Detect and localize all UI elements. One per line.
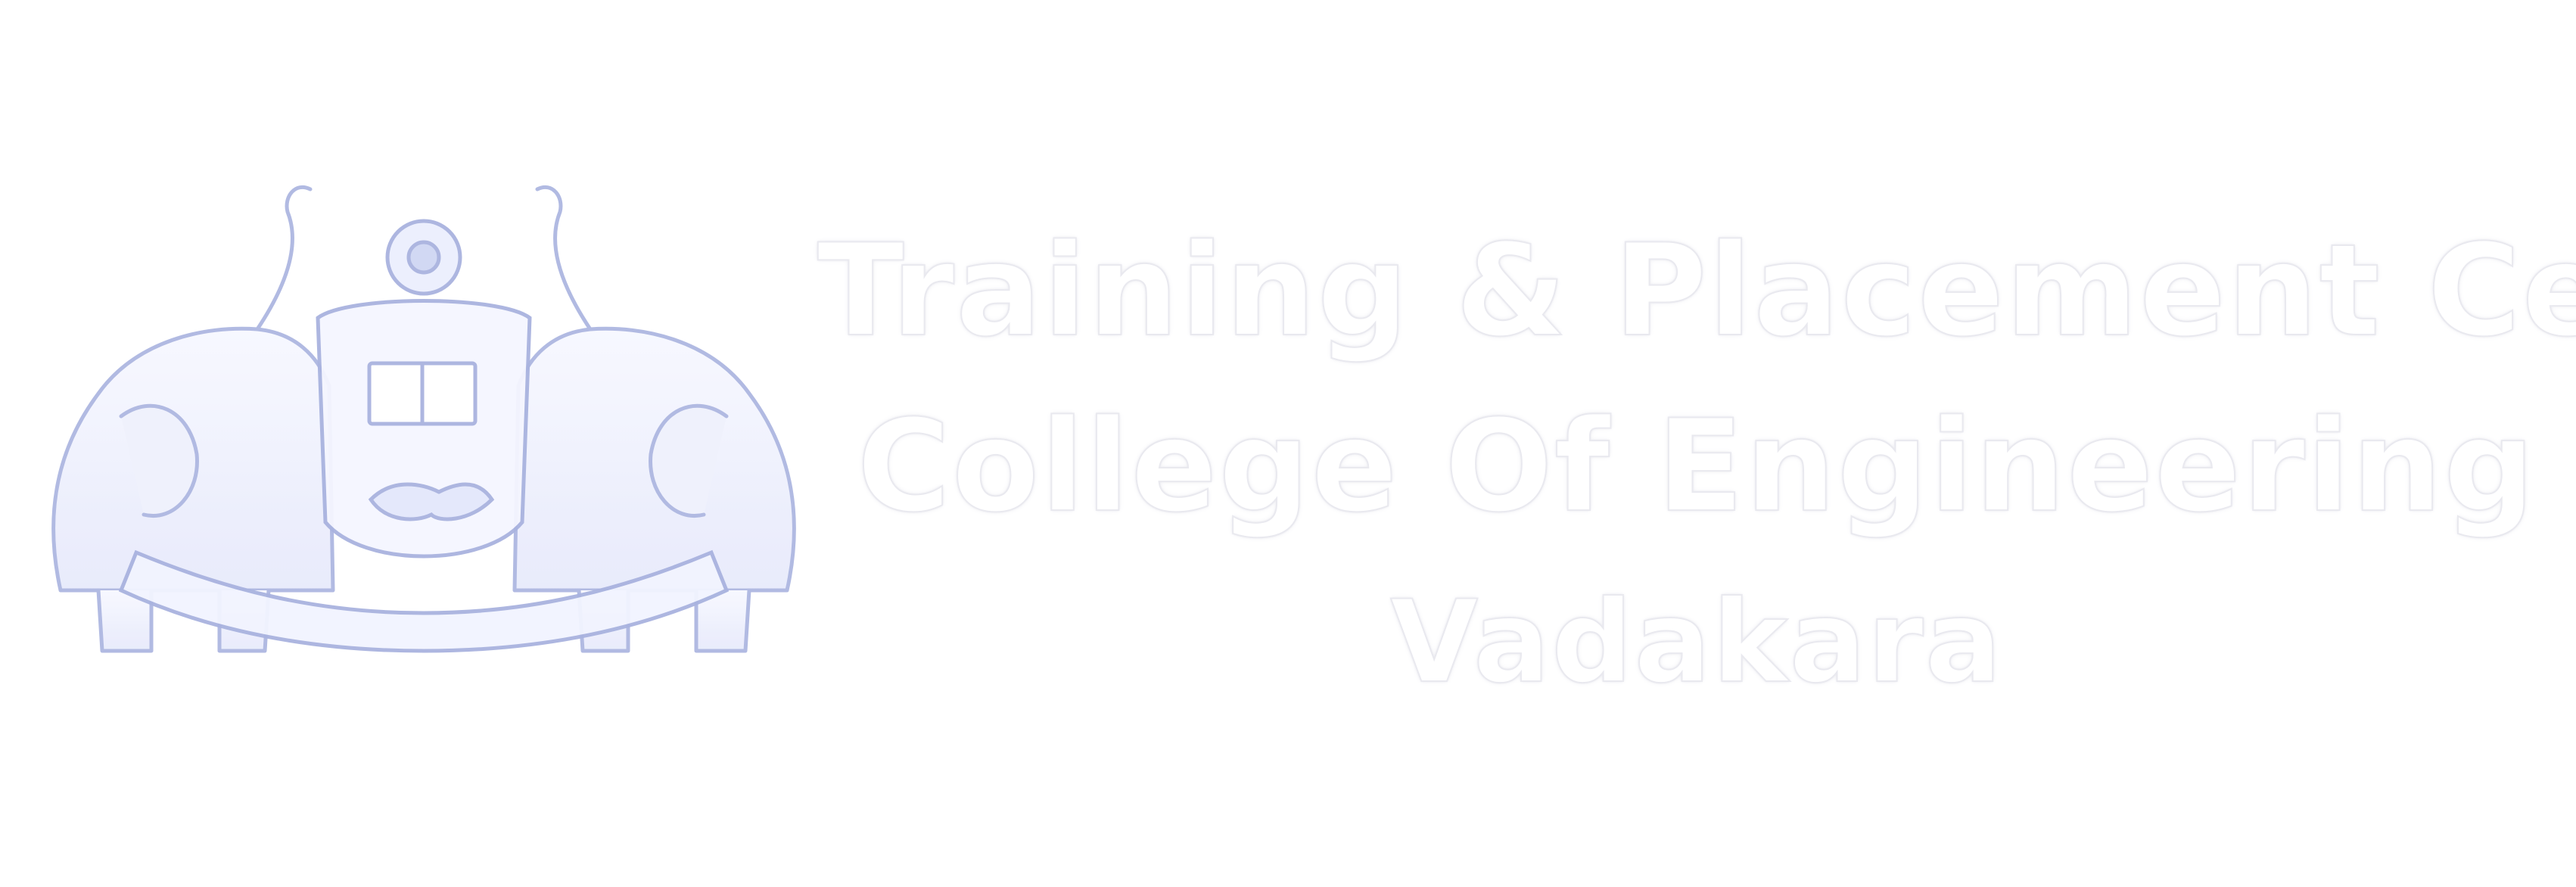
banner: Training & Placement Cell College Of Eng… <box>0 0 2576 887</box>
college-name: College Of Engineering <box>857 392 2537 540</box>
title-block: Training & Placement Cell College Of Eng… <box>817 216 2576 708</box>
cell-title: Training & Placement Cell <box>817 216 2576 365</box>
college-location: Vadakara <box>1389 577 2003 708</box>
state-emblem-elephants-icon <box>51 185 796 653</box>
